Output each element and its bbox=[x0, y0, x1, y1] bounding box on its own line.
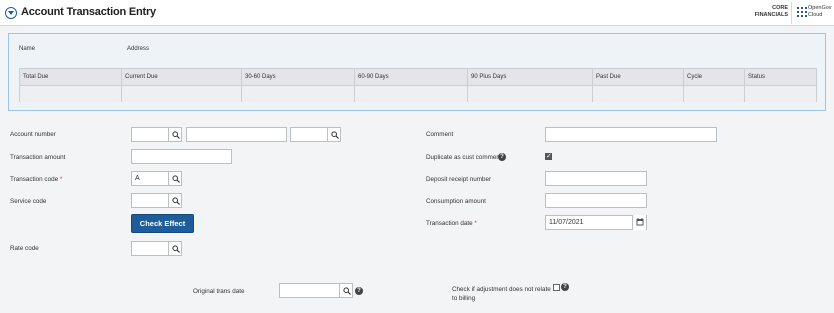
column-60-90-days: 60-90 Days bbox=[354, 69, 467, 85]
required-marker: * bbox=[59, 176, 63, 183]
original-trans-date-lookup-button[interactable] bbox=[339, 283, 353, 298]
column-90-plus-days: 90 Plus Days bbox=[467, 69, 592, 85]
balance-table-header: Total Due Current Due 30-60 Days 60-90 D… bbox=[20, 69, 816, 86]
comment-label: Comment bbox=[426, 131, 454, 138]
transaction-code-label: Transaction code * bbox=[10, 176, 63, 183]
balance-table: Total Due Current Due 30-60 Days 60-90 D… bbox=[19, 68, 817, 102]
service-code-label: Service code bbox=[10, 198, 47, 205]
account-lookup-button-1[interactable] bbox=[168, 127, 182, 142]
page-title: Account Transaction Entry bbox=[21, 6, 156, 18]
transaction-date-label: Transaction date * bbox=[426, 220, 477, 227]
magnifier-icon bbox=[172, 245, 180, 253]
account-number-field-1[interactable] bbox=[131, 127, 169, 142]
required-marker: * bbox=[474, 220, 477, 227]
magnifier-icon bbox=[172, 175, 180, 183]
original-trans-date-label: Original trans date bbox=[193, 288, 245, 295]
calendar-button[interactable] bbox=[632, 215, 646, 230]
column-30-60-days: 30-60 Days bbox=[241, 69, 354, 85]
column-past-due: Past Due bbox=[592, 69, 683, 85]
opengov-logo-icon[interactable] bbox=[5, 7, 17, 19]
table-row bbox=[20, 86, 816, 102]
consumption-amount-field[interactable] bbox=[545, 193, 647, 208]
rate-code-lookup-button[interactable] bbox=[168, 241, 182, 256]
magnifier-icon bbox=[172, 131, 180, 139]
deposit-receipt-label: Deposit receipt number bbox=[426, 176, 492, 183]
column-cycle: Cycle bbox=[683, 69, 744, 85]
magnifier-icon bbox=[172, 197, 180, 205]
transaction-code-lookup-button[interactable] bbox=[168, 171, 182, 186]
column-total-due: Total Due bbox=[23, 74, 49, 80]
account-number-field-2[interactable] bbox=[186, 127, 287, 142]
account-summary-panel: Name Address Total Due Current Due 30-60… bbox=[8, 33, 826, 111]
column-current-due: Current Due bbox=[121, 69, 241, 85]
adjustment-checkbox[interactable] bbox=[553, 284, 560, 291]
name-label: Name bbox=[19, 46, 36, 52]
transaction-date-field[interactable]: 11/07/2021 bbox=[545, 215, 647, 230]
transaction-code-field[interactable]: A bbox=[131, 171, 169, 186]
rate-code-field[interactable] bbox=[131, 241, 169, 256]
duplicate-comment-checkbox[interactable] bbox=[545, 152, 552, 161]
calendar-icon bbox=[636, 218, 644, 226]
magnifier-icon bbox=[331, 131, 339, 139]
rate-code-label: Rate code bbox=[10, 245, 39, 252]
product-name: CORE FINANCIALS bbox=[754, 5, 788, 18]
vendor-name: OpenGov Cloud bbox=[808, 5, 832, 18]
question-circle-icon[interactable]: ? bbox=[498, 153, 506, 161]
duplicate-comment-label: Duplicate as cust comment? bbox=[426, 154, 506, 161]
magnifier-icon bbox=[343, 287, 351, 295]
service-code-field[interactable] bbox=[131, 193, 169, 208]
question-circle-icon[interactable]: ? bbox=[561, 283, 569, 291]
check-effect-button[interactable]: Check Effect bbox=[131, 214, 194, 233]
deposit-receipt-field[interactable] bbox=[545, 171, 647, 186]
service-code-lookup-button[interactable] bbox=[168, 193, 182, 208]
account-number-field-3[interactable] bbox=[290, 127, 328, 142]
adjustment-check-label: Check if adjustment does not relate to b… bbox=[452, 286, 551, 302]
grid-icon[interactable] bbox=[797, 7, 807, 17]
account-number-label: Account number bbox=[10, 131, 56, 138]
original-trans-date-field[interactable] bbox=[279, 283, 341, 298]
transaction-amount-field[interactable] bbox=[131, 149, 232, 164]
transaction-amount-label: Transaction amount bbox=[10, 154, 66, 161]
account-lookup-button-2[interactable] bbox=[327, 127, 341, 142]
address-label: Address bbox=[127, 46, 150, 52]
column-status: Status bbox=[744, 69, 818, 85]
header-divider bbox=[791, 2, 792, 24]
app-header: Account Transaction Entry CORE FINANCIAL… bbox=[0, 0, 834, 26]
comment-field[interactable] bbox=[545, 127, 717, 142]
transaction-date-value: 11/07/2021 bbox=[549, 219, 584, 226]
question-circle-icon[interactable]: ? bbox=[355, 287, 363, 295]
consumption-amount-label: Consumption amount bbox=[426, 198, 486, 205]
